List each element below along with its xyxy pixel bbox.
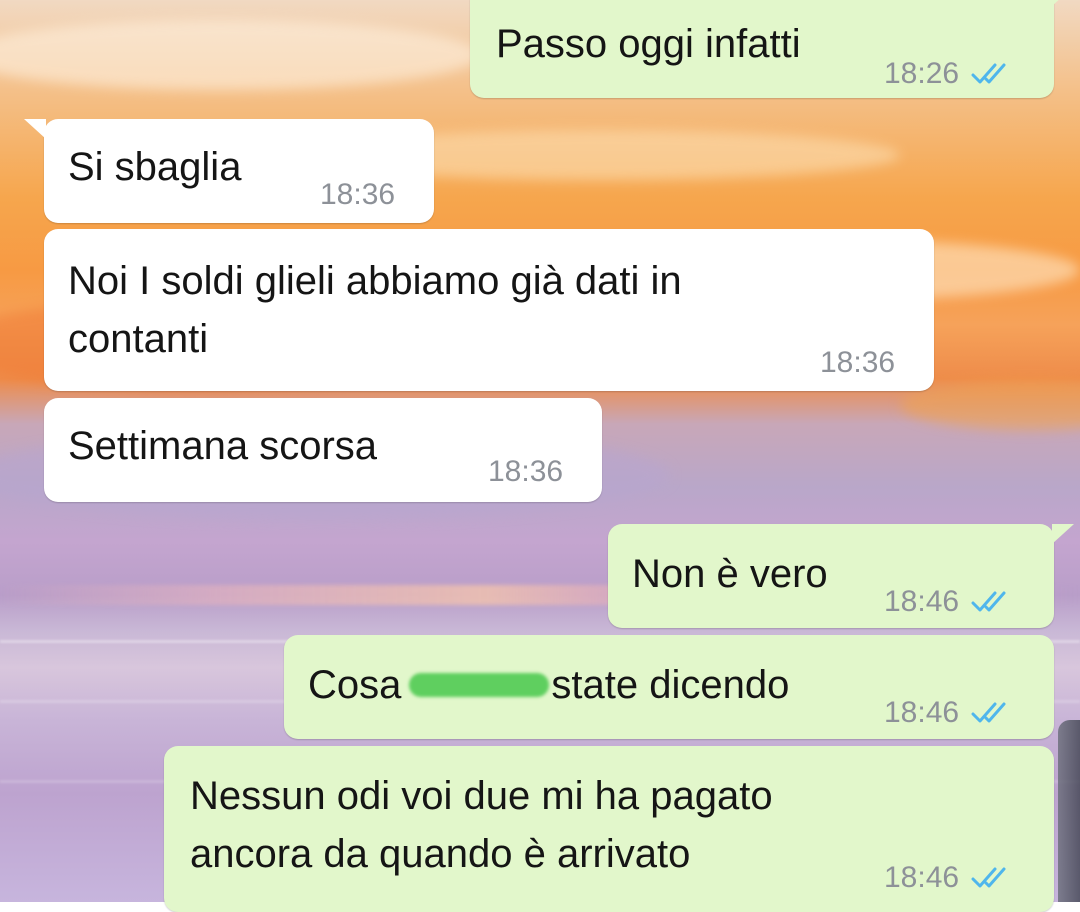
message-text: Si sbaglia xyxy=(68,145,242,189)
message-outgoing[interactable]: Cosa state dicendo 18:46 xyxy=(284,635,1054,739)
double-check-icon xyxy=(971,702,1006,723)
double-check-icon xyxy=(971,591,1006,612)
message-meta: 18:46 xyxy=(884,574,1011,630)
message-text-line: ancora da quando è arrivato xyxy=(190,832,691,876)
message-meta: 18:46 xyxy=(884,685,1011,741)
message-text-line: Nessun odi voi due mi ha pagato xyxy=(190,774,773,818)
message-time: 18:46 xyxy=(884,861,960,894)
message-meta: 18:36 xyxy=(320,167,395,223)
wallpaper-cloud xyxy=(0,20,480,90)
double-check-icon xyxy=(971,867,1006,888)
message-meta: 18:36 xyxy=(820,335,895,391)
message-meta: 18:26 xyxy=(884,46,1011,102)
message-meta: 18:36 xyxy=(488,444,563,500)
message-text-line: contanti xyxy=(68,317,209,361)
message-text: Settimana scorsa xyxy=(68,424,378,468)
message-text-after: state dicendo xyxy=(551,663,790,707)
message-incoming[interactable]: Noi I soldi glieli abbiamo già dati in c… xyxy=(44,229,934,391)
message-time: 18:36 xyxy=(320,178,396,211)
message-outgoing[interactable]: Non è vero 18:46 xyxy=(608,524,1074,630)
message-text: Cosa state dicendo xyxy=(308,657,789,713)
message-text-before: Cosa xyxy=(308,663,402,707)
double-check-icon xyxy=(971,63,1006,84)
message-time: 18:46 xyxy=(884,696,960,729)
message-time: 18:36 xyxy=(488,455,564,488)
message-outgoing[interactable]: Passo oggi infatti 18:26 xyxy=(470,0,1074,98)
message-text: Passo oggi infatti xyxy=(496,22,801,66)
wallpaper-rock xyxy=(1058,720,1080,902)
message-incoming[interactable]: Settimana scorsa 18:36 xyxy=(44,398,602,502)
redaction-mark xyxy=(409,673,550,698)
message-incoming[interactable]: Si sbaglia 18:36 xyxy=(24,119,434,223)
message-meta: 18:46 xyxy=(884,850,1011,906)
message-time: 18:36 xyxy=(820,346,896,379)
message-time: 18:46 xyxy=(884,585,960,618)
message-text: Non è vero xyxy=(632,552,828,596)
message-time: 18:26 xyxy=(884,57,960,90)
message-text-line: Noi I soldi glieli abbiamo già dati in xyxy=(68,259,682,303)
message-outgoing[interactable]: Nessun odi voi due mi ha pagato ancora d… xyxy=(164,746,1054,912)
